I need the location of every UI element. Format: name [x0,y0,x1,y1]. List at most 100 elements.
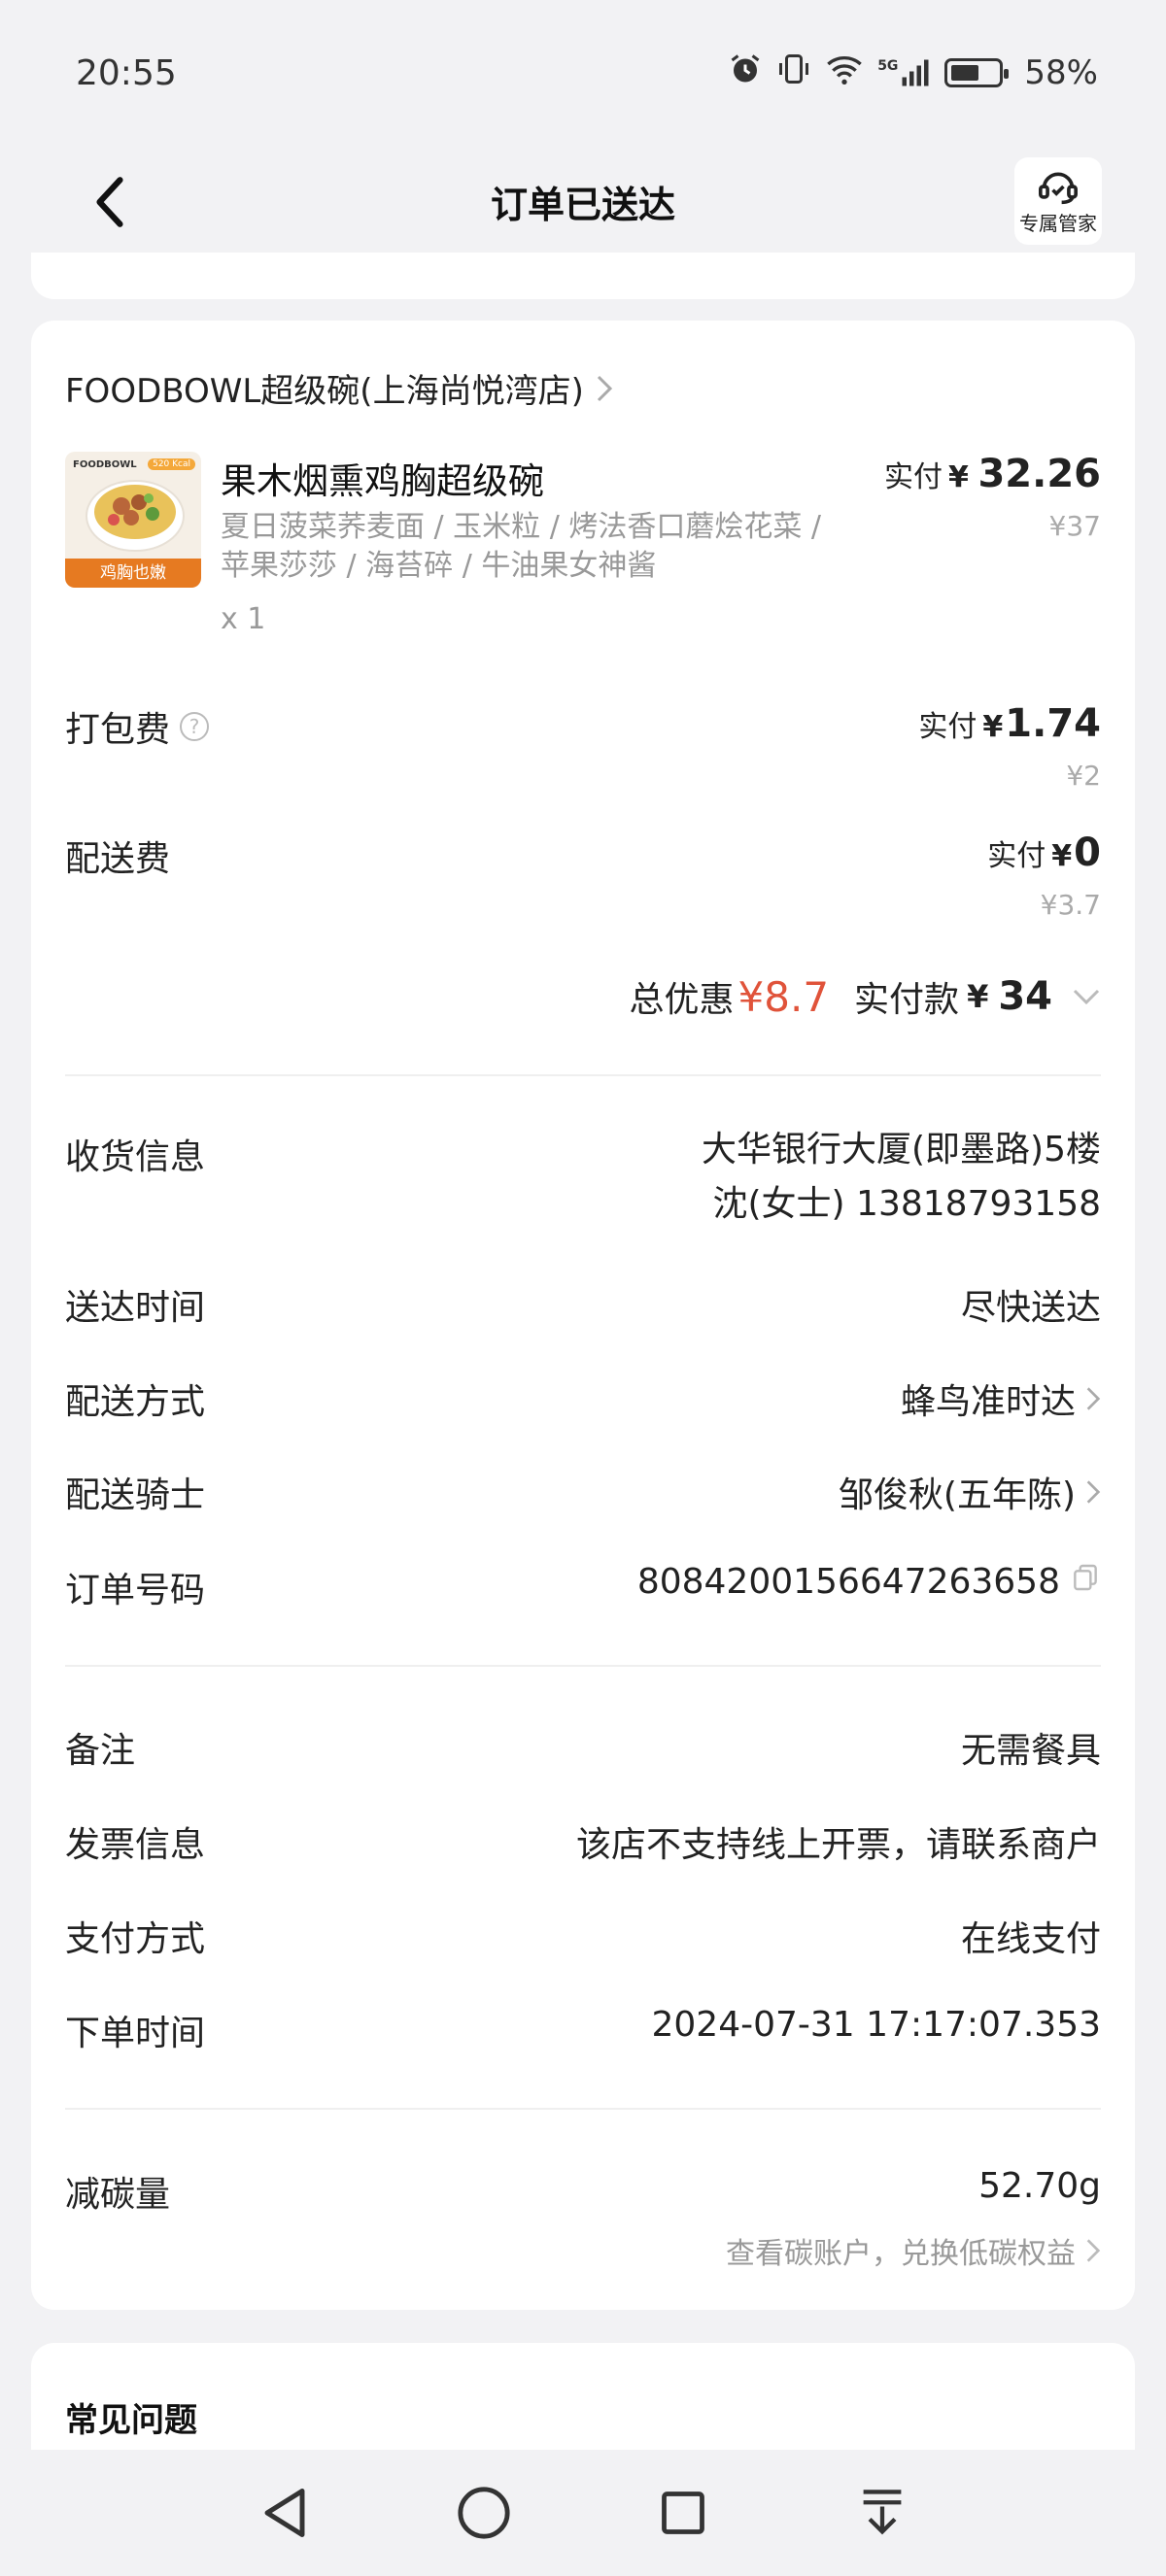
nav-recents-button[interactable] [644,2474,722,2552]
order-time-row: 下单时间 2024-07-31 17:17:07.353 [65,2005,1101,2063]
order-time-value: 2024-07-31 17:17:07.353 [651,2005,1102,2045]
product-description: 夏日菠菜荞麦面 / 玉米粒 / 烤法香口蘑烩花菜 / 苹果莎莎 / 海苔碎 / … [221,510,822,583]
battery-icon [944,58,1010,87]
chevron-right-icon [1086,2239,1101,2262]
rider-row[interactable]: 配送骑士 邹俊秋(五年陈) [65,1467,1101,1525]
pull-down-icon [863,2490,901,2535]
payment-method-value: 在线支付 [960,1919,1101,1959]
status-time: 20:55 [76,52,177,93]
chevron-down-icon [1073,989,1100,1005]
product-price: 实付 ¥ 32.26 ¥37 [884,452,1101,542]
currency-symbol: ¥ [982,710,1004,744]
triangle-back-icon [264,2489,304,2537]
remark-label: 备注 [65,1731,136,1771]
receiver-label: 收货信息 [65,1137,206,1177]
delivery-method-row[interactable]: 配送方式 蜂鸟准时达 [65,1373,1101,1432]
currency-symbol: ¥ [948,460,969,494]
packing-original-price: ¥2 [1066,760,1101,792]
circle-home-icon [457,2487,510,2539]
receiver-contact: 沈(女士) 13818793158 [712,1184,1101,1224]
divider [65,1665,1101,1667]
order-number-label: 订单号码 [65,1571,206,1610]
faq-title: 常见问题 [65,2401,197,2440]
network-type: 5G [877,58,899,74]
product-item[interactable]: FOODBOWL 520 Kcal 鸡胸也嫩 果木烟熏鸡胸超级碗 夏日菠菜荞麦面… [65,452,1101,646]
copy-icon[interactable] [1070,1562,1101,1602]
carbon-value: 52.70g [978,2166,1101,2206]
order-number-value: 8084200156647263658 [636,1562,1060,1602]
delivery-paid-label: 实付 [987,839,1046,873]
invoice-value: 该店不支持线上开票，请联系商户 [575,1825,1101,1865]
payment-method-label: 支付方式 [65,1919,206,1959]
chevron-right-icon [597,375,612,401]
product-thumbnail: FOODBOWL 520 Kcal 鸡胸也嫩 [65,452,201,588]
order-card: FOODBOWL超级碗(上海尚悦湾店) FOODBOWL 520 Kcal 鸡胸… [31,321,1135,2310]
discount-value: ¥8.7 [737,972,830,1021]
carbon-label: 减碳量 [65,2175,171,2215]
delivery-fee-label: 配送费 [65,839,171,879]
delivery-paid-amount: 0 [1074,830,1101,875]
chevron-right-icon [1086,1480,1101,1504]
chevron-left-icon [96,176,123,227]
signal-icon: 5G [877,58,931,87]
paid-amount: 32.26 [977,452,1101,496]
manager-label: 专属管家 [1019,211,1097,235]
carbon-link-text: 查看碳账户，兑换低碳权益 [726,2237,1076,2271]
thumb-banner: 鸡胸也嫩 [65,559,201,588]
original-price: ¥37 [1048,510,1101,542]
price-summary[interactable]: 总优惠 ¥8.7 实付款 ¥ 34 [630,971,1101,1022]
remark-row: 备注 无需餐具 [65,1722,1101,1780]
chevron-right-icon [1086,1387,1101,1410]
total-label: 实付款 [854,980,960,1020]
order-number-row: 订单号码 8084200156647263658 [65,1562,1101,1620]
packing-fee-label: 打包费 [65,710,171,750]
shop-name: FOODBOWL超级碗(上海尚悦湾店) [65,372,584,411]
nav-notification-button[interactable] [843,2474,921,2552]
packing-paid-label: 实付 [918,710,977,744]
rider-value: 邹俊秋(五年陈) [838,1475,1076,1515]
nav-home-button[interactable] [445,2474,523,2552]
delivery-fee-price: 实付 ¥0 ¥3.7 [987,830,1101,921]
manager-button[interactable]: 专属管家 [1014,157,1102,245]
vibrate-icon [776,51,811,95]
headset-icon [1039,172,1078,204]
total-amount: 34 [998,974,1052,1019]
packing-fee-row: 打包费 ? 实付 ¥1.74 ¥2 [65,701,1101,808]
delivery-time-value: 尽快送达 [960,1288,1101,1328]
help-icon[interactable]: ? [180,712,210,741]
divider [65,2108,1101,2110]
product-name: 果木烟熏鸡胸超级碗 [221,460,544,502]
previous-card [31,253,1135,299]
carbon-row: 减碳量 52.70g [65,2166,1101,2224]
receiver-row: 收货信息 大华银行大厦(即墨路)5楼 沈(女士) 13818793158 [65,1129,1101,1245]
discount-label: 总优惠 [629,980,735,1020]
square-recents-icon [661,2491,704,2534]
invoice-row: 发票信息 该店不支持线上开票，请联系商户 [65,1816,1101,1875]
alarm-icon [728,51,763,95]
packing-fee-price: 实付 ¥1.74 ¥2 [918,701,1101,792]
back-button[interactable] [76,165,144,238]
shop-link[interactable]: FOODBOWL超级碗(上海尚悦湾店) [65,364,613,412]
currency-symbol: ¥ [1051,839,1073,873]
wifi-icon [825,51,864,95]
header: 订单已送达 专属管家 [0,146,1166,257]
remark-value: 无需餐具 [960,1731,1101,1771]
delivery-time-label: 送达时间 [65,1288,206,1328]
delivery-original-price: ¥3.7 [1040,889,1101,921]
product-quantity: x 1 [221,602,266,636]
rider-label: 配送骑士 [65,1475,206,1515]
packing-paid-amount: 1.74 [1005,701,1101,746]
delivery-fee-row: 配送费 实付 ¥0 ¥3.7 [65,830,1101,937]
status-icons: 5G 58% [728,51,1098,95]
receiver-address: 大华银行大厦(即墨路)5楼 [702,1130,1101,1169]
system-nav-bar [0,2450,1166,2576]
page-title: 订单已送达 [490,184,675,226]
nav-back-button[interactable] [246,2474,324,2552]
battery-percent: 58% [1024,53,1098,92]
order-time-label: 下单时间 [65,2014,206,2053]
currency-symbol: ¥ [967,978,989,1015]
status-bar: 20:55 5G 58% [0,0,1166,146]
payment-method-row: 支付方式 在线支付 [65,1911,1101,1969]
carbon-account-link[interactable]: 查看碳账户，兑换低碳权益 [726,2229,1101,2272]
divider [65,1074,1101,1076]
